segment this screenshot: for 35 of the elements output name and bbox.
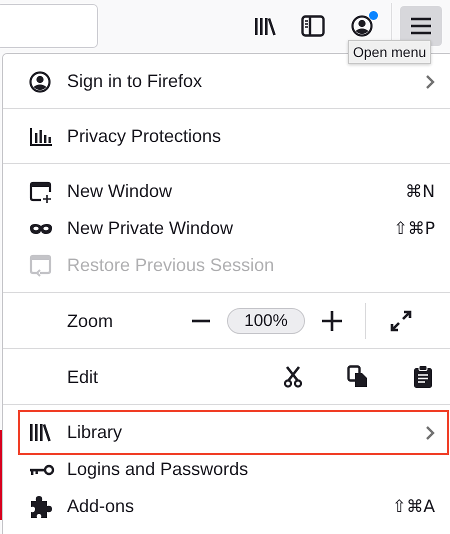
chevron-right-icon bbox=[425, 424, 435, 440]
menu-item[interactable]: Privacy Protections bbox=[3, 118, 450, 155]
key-icon bbox=[29, 464, 55, 476]
shortcut-text: ⇧⌘A bbox=[392, 496, 435, 516]
menu-item[interactable]: Library bbox=[22, 414, 445, 451]
menu-item[interactable]: New Window ⌘N bbox=[3, 173, 450, 210]
account-icon[interactable] bbox=[351, 15, 373, 37]
menu-item[interactable]: Logins and Passwords bbox=[3, 451, 450, 488]
minus-icon[interactable] bbox=[192, 319, 210, 323]
mask-icon bbox=[29, 222, 53, 234]
plus-icon[interactable] bbox=[322, 311, 342, 331]
menu-item[interactable]: New Private Window ⇧⌘P bbox=[3, 210, 450, 247]
account-icon bbox=[29, 70, 51, 92]
sidebar-icon[interactable] bbox=[301, 15, 325, 37]
scissors-icon[interactable] bbox=[283, 366, 303, 388]
tooltip: Open menu bbox=[348, 40, 432, 64]
edit-label: Edit bbox=[67, 366, 98, 388]
clipboard-icon[interactable] bbox=[413, 365, 433, 389]
shortcut-text: ⇧⌘P bbox=[394, 218, 435, 238]
puzzle-piece-icon bbox=[29, 494, 53, 518]
shortcut-text: ⌘N bbox=[405, 182, 435, 202]
copy-icon[interactable] bbox=[347, 365, 369, 389]
restore-window-icon bbox=[29, 254, 53, 278]
address-field[interactable] bbox=[0, 4, 98, 48]
zoom-label: Zoom bbox=[67, 310, 114, 332]
bar-chart-icon bbox=[29, 126, 53, 146]
new-window-icon bbox=[29, 180, 53, 202]
library-icon[interactable] bbox=[254, 16, 276, 36]
library-icon bbox=[29, 422, 51, 443]
zoom-reset-button[interactable]: 100% bbox=[227, 308, 306, 334]
chevron-right-icon bbox=[425, 74, 435, 90]
menu-item[interactable]: Sign in to Firefox bbox=[3, 63, 450, 100]
menu-icon bbox=[410, 17, 432, 35]
fullscreen-icon[interactable] bbox=[390, 310, 412, 332]
menu-item[interactable]: Add-ons ⇧⌘A bbox=[3, 488, 450, 525]
